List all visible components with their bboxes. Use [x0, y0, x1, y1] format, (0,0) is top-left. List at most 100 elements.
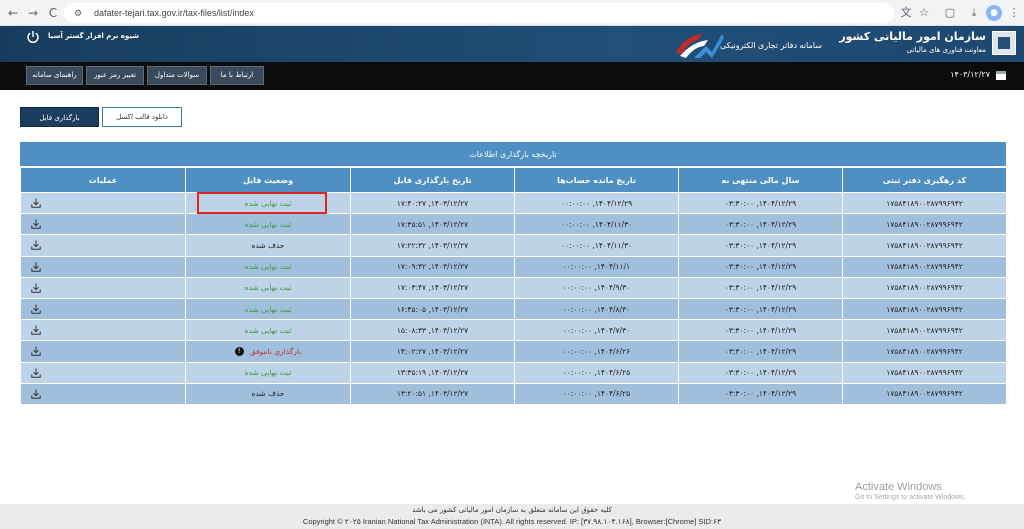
download-icon[interactable]	[31, 198, 41, 208]
cell-file-status: ثبت نهایی شده	[185, 297, 351, 321]
org-name: سازمان امور مالیاتی کشور	[839, 30, 986, 43]
footer-rights-fa: کلیه حقوق این سامانه متعلق به سازمان امو…	[412, 506, 612, 514]
cell-tracking-code: ۱۷۵۸۴۱۸۹۰۰۲۸۷۹۹۶۹۴۲	[842, 340, 1007, 363]
table-row: ۱۷۵۸۴۱۸۹۰۰۲۸۷۹۹۶۹۴۲ ۱۴۰۴/۱۲/۲۹, ۰۳:۳۰:۰۰ ۱…	[20, 234, 1007, 257]
calendar-icon	[996, 71, 1006, 80]
cell-file-status: ثبت نهایی شده	[185, 361, 351, 384]
page-footer: کلیه حقوق این سامانه متعلق به سازمان امو…	[0, 504, 1024, 529]
cell-tracking-code: ۱۷۵۸۴۱۸۹۰۰۲۸۷۹۹۶۹۴۲	[842, 255, 1007, 278]
download-icon[interactable]	[31, 219, 41, 229]
activate-windows-title: Activate Windows	[855, 481, 942, 493]
info-icon[interactable]: !	[234, 347, 244, 357]
table-row: ۱۷۵۸۴۱۸۹۰۰۲۸۷۹۹۶۹۴۲ ۱۴۰۴/۱۲/۲۹, ۰۳:۳۰:۰۰ ۱…	[20, 340, 1007, 363]
bookmark-star-icon[interactable]: ☆	[916, 5, 932, 21]
col-header-tracking-code[interactable]: کد رهگیری دفتر ثبتی	[842, 167, 1007, 193]
cell-file-status: ثبت نهایی شده	[185, 319, 351, 342]
cell-balance-date: ۱۴۰۴/۷/۳۰, ۰۰:۰۰:۰۰	[514, 319, 679, 342]
translate-icon[interactable]: 文	[898, 5, 914, 21]
cell-upload-date: ۱۴۰۳/۱۲/۲۷, ۱۷:۰۳:۴۷	[350, 276, 515, 299]
table-row: ۱۷۵۸۴۱۸۹۰۰۲۸۷۹۹۶۹۴۲ ۱۴۰۴/۱۲/۲۹, ۰۳:۳۰:۰۰ ۱…	[20, 382, 1007, 405]
back-button[interactable]: ←	[4, 4, 22, 22]
col-header-file-status[interactable]: وضعیت فایل	[185, 167, 351, 193]
cell-upload-date: ۱۴۰۳/۱۲/۲۷, ۱۷:۰۹:۳۲	[350, 255, 515, 278]
cell-fiscal-year: ۱۴۰۴/۱۲/۲۹, ۰۳:۳۰:۰۰	[678, 340, 843, 363]
cell-actions	[20, 340, 186, 363]
download-icon[interactable]	[31, 389, 41, 399]
cell-upload-date: ۱۴۰۳/۱۲/۲۷, ۱۴:۰۲:۲۷	[350, 340, 515, 363]
power-icon[interactable]	[26, 30, 40, 44]
extensions-icon[interactable]: ▢	[942, 5, 958, 21]
table-row: ۱۷۵۸۴۱۸۹۰۰۲۸۷۹۹۶۹۴۲ ۱۴۰۴/۱۲/۲۹, ۰۳:۳۰:۰۰ ۱…	[20, 297, 1007, 321]
cell-fiscal-year: ۱۴۰۴/۱۲/۲۹, ۰۳:۳۰:۰۰	[678, 297, 843, 321]
date-text: ۱۴۰۳/۱۲/۲۷	[950, 70, 990, 79]
profile-avatar[interactable]: ●	[986, 5, 1002, 21]
download-icon[interactable]	[31, 346, 41, 357]
download-icon[interactable]	[31, 368, 41, 378]
cell-tracking-code: ۱۷۵۸۴۱۸۹۰۰۲۸۷۹۹۶۹۴۲	[842, 191, 1007, 215]
cell-file-status: ثبت نهایی شده	[185, 191, 351, 215]
col-header-actions: عملیات	[20, 167, 186, 193]
status-label: ثبت نهایی شده	[244, 219, 292, 229]
cell-balance-date: ۱۴۰۴/۱۲/۲۹, ۰۰:۰۰:۰۰	[514, 191, 679, 215]
status-label: ثبت نهایی شده	[244, 325, 292, 335]
org-logo	[992, 31, 1016, 55]
cell-fiscal-year: ۱۴۰۴/۱۲/۲۹, ۰۳:۳۰:۰۰	[678, 361, 843, 384]
table-header-row: کد رهگیری دفتر ثبتی سال مالی منتهی به تا…	[20, 167, 1007, 193]
menu-faq[interactable]: سوالات متداول	[147, 66, 207, 85]
cell-actions	[20, 234, 186, 257]
table-body: ۱۷۵۸۴۱۸۹۰۰۲۸۷۹۹۶۹۴۲ ۱۴۰۴/۱۲/۲۹, ۰۳:۳۰:۰۰ ۱…	[20, 191, 1007, 405]
cell-tracking-code: ۱۷۵۸۴۱۸۹۰۰۲۸۷۹۹۶۹۴۲	[842, 234, 1007, 257]
status-label: حذف شده	[251, 389, 285, 399]
url-text: dafater-tejari.tax.gov.ir/tax-files/list…	[94, 8, 254, 18]
download-icon[interactable]	[31, 304, 41, 314]
upload-file-button[interactable]: بارگذاری فایل	[20, 107, 99, 127]
org-subtitle: معاونت فناوری های مالیاتی	[906, 46, 986, 54]
cell-upload-date: ۱۴۰۳/۱۲/۲۷, ۱۷:۴۰:۲۷	[350, 191, 515, 215]
cell-file-status: بارگذاری ناموفق!	[185, 340, 351, 363]
cell-balance-date: ۱۴۰۴/۱۱/۳۰, ۰۰:۰۰:۰۰	[514, 234, 679, 257]
cell-tracking-code: ۱۷۵۸۴۱۸۹۰۰۲۸۷۹۹۶۹۴۲	[842, 213, 1007, 236]
table-row: ۱۷۵۸۴۱۸۹۰۰۲۸۷۹۹۶۹۴۲ ۱۴۰۴/۱۲/۲۹, ۰۳:۳۰:۰۰ ۱…	[20, 191, 1007, 215]
site-info-icon[interactable]: ⚙	[74, 3, 82, 23]
menu-system-guide[interactable]: راهنمای سامانه	[26, 66, 83, 85]
cell-balance-date: ۱۴۰۴/۶/۲۵, ۰۰:۰۰:۰۰	[514, 361, 679, 384]
table-row: ۱۷۵۸۴۱۸۹۰۰۲۸۷۹۹۶۹۴۲ ۱۴۰۴/۱۲/۲۹, ۰۳:۳۰:۰۰ ۱…	[20, 213, 1007, 236]
col-header-fiscal-year[interactable]: سال مالی منتهی به	[678, 167, 843, 193]
address-bar[interactable]: ⚙ dafater-tejari.tax.gov.ir/tax-files/li…	[64, 3, 894, 23]
cell-upload-date: ۱۴۰۳/۱۲/۲۷, ۱۷:۳۵:۵۱	[350, 213, 515, 236]
browser-toolbar: ← → C ⚙ dafater-tejari.tax.gov.ir/tax-fi…	[0, 0, 1024, 26]
status-label: ثبت نهایی شده	[244, 198, 292, 208]
cell-actions	[20, 382, 186, 405]
download-icon[interactable]	[31, 262, 41, 272]
download-icon[interactable]	[31, 283, 41, 293]
cell-file-status: ثبت نهایی شده	[185, 276, 351, 299]
cell-upload-date: ۱۴۰۳/۱۲/۲۷, ۱۵:۰۸:۳۳	[350, 319, 515, 342]
cell-upload-date: ۱۴۰۳/۱۲/۲۷, ۱۳:۲۰:۵۱	[350, 382, 515, 405]
col-header-upload-date[interactable]: تاریخ بارگذاری فایل	[350, 167, 515, 193]
cell-actions	[20, 297, 186, 321]
cell-actions	[20, 191, 186, 215]
menu-dots-icon[interactable]: ⋮	[1006, 5, 1022, 21]
download-icon[interactable]	[31, 240, 41, 251]
status-label: ثبت نهایی شده	[244, 368, 292, 378]
status-label: ثبت نهایی شده	[244, 262, 292, 272]
cell-tracking-code: ۱۷۵۸۴۱۸۹۰۰۲۸۷۹۹۶۹۴۲	[842, 276, 1007, 299]
menu-contact-us[interactable]: ارتباط با ما	[210, 66, 264, 85]
forward-button[interactable]: →	[24, 4, 42, 22]
menu-change-password[interactable]: تغییر رمز عبور	[86, 66, 144, 85]
system-emblem-icon	[676, 34, 724, 58]
app-header: سازمان امور مالیاتی کشور معاونت فناوری ه…	[0, 26, 1024, 62]
cell-upload-date: ۱۴۰۳/۱۲/۲۷, ۱۶:۴۵:۰۵	[350, 297, 515, 321]
reload-button[interactable]: C	[44, 4, 62, 22]
downloads-icon[interactable]: ⤓	[966, 5, 982, 21]
cell-actions	[20, 276, 186, 299]
cell-fiscal-year: ۱۴۰۴/۱۲/۲۹, ۰۳:۳۰:۰۰	[678, 255, 843, 278]
download-template-button[interactable]: دانلود قالب اکسل	[102, 107, 182, 127]
status-label: ثبت نهایی شده	[244, 283, 292, 293]
cell-actions	[20, 255, 186, 278]
col-header-balance-date[interactable]: تاریخ مانده حساب‌ها	[514, 167, 679, 193]
upload-history-panel: تاریخچه بارگذاری اطلاعات کد رهگیری دفتر …	[20, 142, 1007, 405]
download-icon[interactable]	[31, 325, 41, 335]
table-title: تاریخچه بارگذاری اطلاعات	[20, 142, 1006, 167]
status-label: ثبت نهایی شده	[244, 304, 292, 314]
